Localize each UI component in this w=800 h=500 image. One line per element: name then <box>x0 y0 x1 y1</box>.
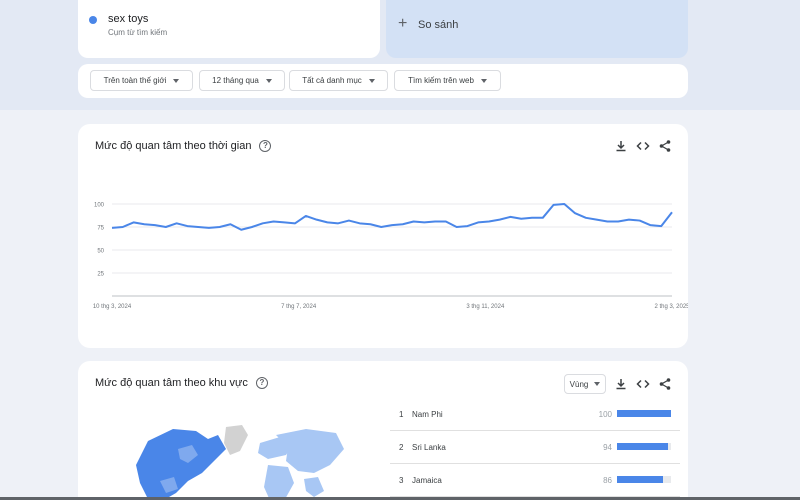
region-bar-track <box>617 476 671 483</box>
search-term-subtitle: Cụm từ tìm kiếm <box>108 28 168 37</box>
region-rank: 2 <box>399 443 404 452</box>
interest-by-region-heading: Mức độ quan tâm theo khu vực ? <box>95 377 268 389</box>
region-value: 86 <box>603 476 612 485</box>
region-value: 100 <box>598 410 612 419</box>
x-tick-label: 7 thg 7, 2024 <box>281 304 317 310</box>
series-line[interactable] <box>111 203 673 231</box>
region-row[interactable]: 1 Nam Phi 100 <box>390 398 680 431</box>
help-icon[interactable]: ? <box>255 377 268 389</box>
x-tick-label: 3 thg 11, 2024 <box>466 304 505 310</box>
region-bar-track <box>617 443 671 450</box>
region-row[interactable]: 2 Sri Lanka 94 <box>390 431 680 464</box>
caret-down-icon <box>265 78 272 83</box>
region-rank: 1 <box>399 410 404 419</box>
x-tick-label: 10 thg 3, 2024 <box>93 304 132 310</box>
y-tick-label: 50 <box>97 249 104 255</box>
region-bar <box>617 443 668 450</box>
region-name: Jamaica <box>412 476 442 485</box>
compare-label: So sánh <box>418 19 459 31</box>
region-resolution-label: Vùng <box>569 379 589 389</box>
region-row[interactable]: 3 Jamaica 86 <box>390 464 680 497</box>
interest-over-time-chart: 100 75 50 25 10 thg 3, 2024 7 thg 7, 2024 3 th… <box>93 203 688 311</box>
filter-bar: Trên toàn thế giới 12 tháng qua Tất cả d… <box>78 64 688 98</box>
caret-down-icon <box>368 78 375 83</box>
region-rank: 3 <box>399 476 404 485</box>
plus-icon: + <box>398 15 408 32</box>
filter-category-label: Tất cả danh mục <box>302 76 362 85</box>
filter-location[interactable]: Trên toàn thế giới <box>90 70 193 91</box>
region-value: 94 <box>603 443 612 452</box>
y-tick-label: 25 <box>97 272 104 278</box>
y-tick-label: 75 <box>97 226 104 232</box>
region-name: Sri Lanka <box>412 443 446 452</box>
caret-down-icon <box>173 78 180 83</box>
filter-search-type-label: Tìm kiếm trên web <box>408 76 474 85</box>
filter-search-type[interactable]: Tìm kiếm trên web <box>394 70 501 91</box>
compare-button[interactable]: + So sánh <box>386 0 688 58</box>
download-icon[interactable] <box>614 377 628 391</box>
x-tick-label: 2 thg 3, 2025 <box>654 304 688 310</box>
interest-over-time-card: Mức độ quan tâm theo thời gian ? 100 75 50… <box>78 124 688 348</box>
filter-category[interactable]: Tất cả danh mục <box>289 70 388 91</box>
region-name: Nam Phi <box>412 410 443 419</box>
region-bar <box>617 476 664 483</box>
region-bar-track <box>617 410 671 417</box>
region-bar <box>617 410 671 417</box>
filter-location-label: Trên toàn thế giới <box>103 76 167 85</box>
caret-down-icon <box>594 382 601 386</box>
search-term-title: sex toys <box>108 13 149 25</box>
term-color-dot <box>89 16 97 24</box>
world-map[interactable] <box>118 421 348 500</box>
y-tick-label: 100 <box>94 203 105 209</box>
caret-down-icon <box>480 78 487 83</box>
search-term-card[interactable]: sex toys Cụm từ tìm kiếm <box>78 0 380 58</box>
region-resolution-select[interactable]: Vùng <box>564 374 606 394</box>
filter-time-range[interactable]: 12 tháng qua <box>199 70 285 91</box>
filter-time-label: 12 tháng qua <box>212 76 259 85</box>
interest-by-region-card: Mức độ quan tâm theo khu vực ? Vùng 1 Na… <box>78 361 688 500</box>
share-icon[interactable] <box>658 377 672 391</box>
embed-code-icon[interactable] <box>636 377 650 391</box>
interest-by-region-title: Mức độ quan tâm theo khu vực <box>95 377 248 389</box>
